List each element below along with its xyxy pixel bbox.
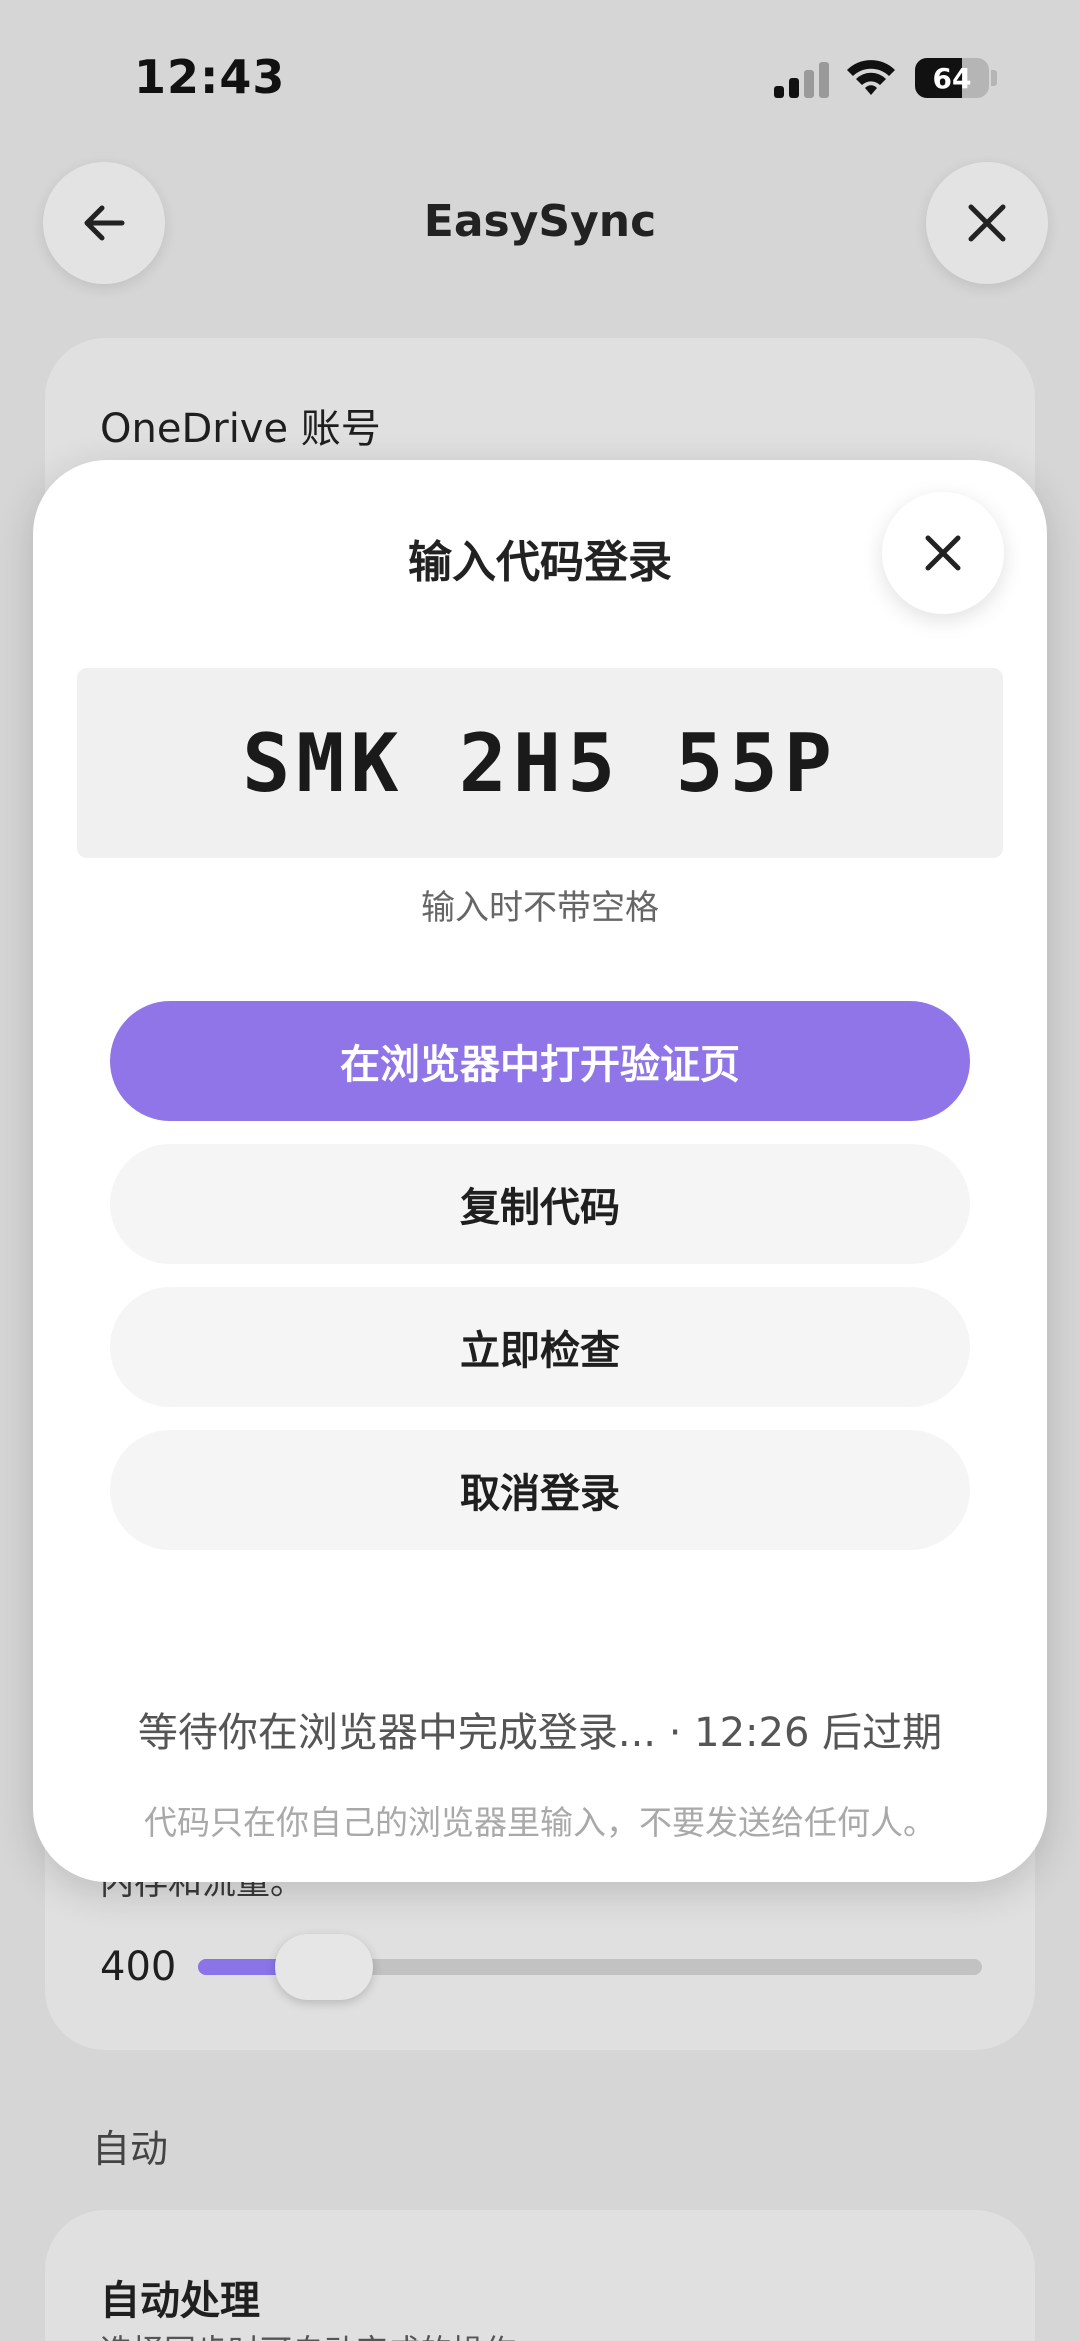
sheet-close-button[interactable] [882,492,1004,614]
status-time: 12:43 [134,50,286,104]
onedrive-account-label: OneDrive 账号 [100,406,381,452]
auto-process-desc: 选择同步时可自动完成的操作 [100,2326,516,2341]
wifi-icon [845,56,897,98]
close-button[interactable] [926,162,1048,284]
battery-percent: 64 [932,61,972,95]
close-icon [925,535,961,571]
code-hint: 输入时不带空格 [421,888,659,928]
security-warning: 代码只在你自己的浏览器里输入，不要发送给任何人。 [144,1803,936,1842]
section-auto-header: 自动 [92,2127,169,2171]
signal-icon [774,62,830,98]
cancel-login-button[interactable]: 取消登录 [110,1430,970,1550]
copy-code-button[interactable]: 复制代码 [110,1144,970,1264]
slider-value: 400 [100,1944,177,1990]
close-icon [968,204,1006,242]
auto-process-title: 自动处理 [100,2278,260,2324]
slider-thumb[interactable] [275,1934,373,2000]
app-title: EasySync [423,196,657,247]
open-browser-button[interactable]: 在浏览器中打开验证页 [110,1001,970,1121]
battery-icon: 64 [915,58,989,98]
login-code: SMK 2H5 55P [77,668,1003,858]
check-now-button[interactable]: 立即检查 [110,1287,970,1407]
waiting-status: 等待你在浏览器中完成登录... · 12:26 后过期 [137,1710,943,1756]
battery-nub [991,70,997,86]
